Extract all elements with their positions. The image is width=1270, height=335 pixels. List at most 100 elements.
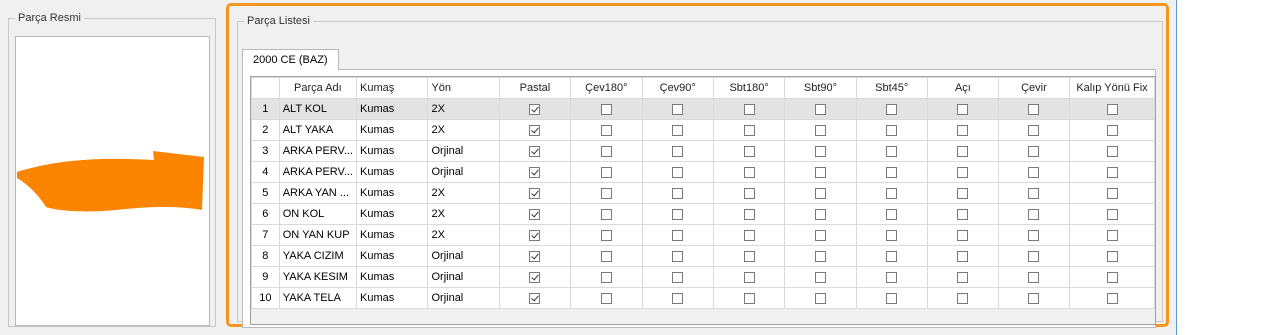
check-cell[interactable]: [498, 245, 572, 267]
unchecked-checkbox[interactable]: [1106, 187, 1118, 199]
check-cell[interactable]: [570, 98, 643, 120]
check-cell[interactable]: [570, 119, 643, 141]
check-cell[interactable]: [926, 224, 999, 246]
check-cell[interactable]: [784, 119, 857, 141]
unchecked-checkbox[interactable]: [672, 187, 684, 199]
unchecked-checkbox[interactable]: [672, 166, 684, 178]
unchecked-checkbox[interactable]: [814, 229, 826, 241]
unchecked-checkbox[interactable]: [600, 145, 612, 157]
unchecked-checkbox[interactable]: [672, 103, 684, 115]
checked-checkbox[interactable]: [529, 166, 541, 178]
check-cell[interactable]: [641, 140, 714, 162]
check-cell[interactable]: [570, 161, 643, 183]
unchecked-checkbox[interactable]: [957, 292, 969, 304]
check-cell[interactable]: [498, 140, 572, 162]
piece-name-cell[interactable]: ALT KOL: [278, 98, 358, 120]
check-cell[interactable]: [997, 245, 1071, 267]
unchecked-checkbox[interactable]: [1028, 145, 1040, 157]
unchecked-checkbox[interactable]: [814, 166, 826, 178]
check-cell[interactable]: [997, 161, 1071, 183]
check-cell[interactable]: [641, 119, 714, 141]
unchecked-checkbox[interactable]: [957, 250, 969, 262]
check-cell[interactable]: [855, 266, 928, 288]
column-header[interactable]: Parça Adı: [278, 77, 358, 99]
check-cell[interactable]: [997, 119, 1071, 141]
check-cell[interactable]: [498, 266, 572, 288]
unchecked-checkbox[interactable]: [957, 187, 969, 199]
fabric-cell[interactable]: Kumas: [356, 203, 429, 225]
direction-cell[interactable]: 2X: [427, 98, 500, 120]
check-cell[interactable]: [855, 287, 928, 309]
check-cell[interactable]: [1069, 140, 1155, 162]
check-cell[interactable]: [926, 161, 999, 183]
row-number-cell[interactable]: 1: [251, 98, 280, 120]
unchecked-checkbox[interactable]: [957, 166, 969, 178]
fabric-cell[interactable]: Kumas: [356, 182, 429, 204]
row-number-cell[interactable]: 4: [251, 161, 280, 183]
unchecked-checkbox[interactable]: [814, 250, 826, 262]
unchecked-checkbox[interactable]: [814, 271, 826, 283]
check-cell[interactable]: [855, 203, 928, 225]
check-cell[interactable]: [712, 98, 786, 120]
unchecked-checkbox[interactable]: [814, 187, 826, 199]
check-cell[interactable]: [784, 182, 857, 204]
check-cell[interactable]: [997, 140, 1071, 162]
piece-name-cell[interactable]: YAKA TELA: [278, 287, 358, 309]
row-number-cell[interactable]: 7: [251, 224, 280, 246]
unchecked-checkbox[interactable]: [886, 229, 898, 241]
direction-cell[interactable]: Orjinal: [427, 245, 500, 267]
check-cell[interactable]: [997, 98, 1071, 120]
check-cell[interactable]: [641, 203, 714, 225]
unchecked-checkbox[interactable]: [814, 145, 826, 157]
unchecked-checkbox[interactable]: [886, 208, 898, 220]
unchecked-checkbox[interactable]: [1106, 103, 1118, 115]
unchecked-checkbox[interactable]: [600, 292, 612, 304]
unchecked-checkbox[interactable]: [1028, 250, 1040, 262]
piece-name-cell[interactable]: ARKA PERV...: [278, 140, 358, 162]
unchecked-checkbox[interactable]: [886, 124, 898, 136]
unchecked-checkbox[interactable]: [743, 250, 755, 262]
check-cell[interactable]: [926, 203, 999, 225]
fabric-cell[interactable]: Kumas: [356, 224, 429, 246]
check-cell[interactable]: [498, 224, 572, 246]
direction-cell[interactable]: Orjinal: [427, 287, 500, 309]
check-cell[interactable]: [926, 266, 999, 288]
unchecked-checkbox[interactable]: [1106, 271, 1118, 283]
unchecked-checkbox[interactable]: [886, 250, 898, 262]
check-cell[interactable]: [712, 140, 786, 162]
column-header[interactable]: Kumaş: [356, 77, 429, 99]
fabric-cell[interactable]: Kumas: [356, 245, 429, 267]
table-row[interactable]: 10 YAKA TELA Kumas Orjinal: [251, 287, 1155, 309]
unchecked-checkbox[interactable]: [672, 250, 684, 262]
unchecked-checkbox[interactable]: [600, 208, 612, 220]
unchecked-checkbox[interactable]: [672, 124, 684, 136]
row-number-cell[interactable]: 8: [251, 245, 280, 267]
check-cell[interactable]: [570, 140, 643, 162]
column-header[interactable]: Sbt180°: [712, 77, 786, 99]
unchecked-checkbox[interactable]: [814, 208, 826, 220]
check-cell[interactable]: [498, 203, 572, 225]
unchecked-checkbox[interactable]: [1028, 166, 1040, 178]
unchecked-checkbox[interactable]: [957, 145, 969, 157]
unchecked-checkbox[interactable]: [814, 292, 826, 304]
table-row[interactable]: 2 ALT YAKA Kumas 2X: [251, 119, 1155, 141]
unchecked-checkbox[interactable]: [957, 271, 969, 283]
check-cell[interactable]: [855, 98, 928, 120]
check-cell[interactable]: [570, 245, 643, 267]
check-cell[interactable]: [1069, 98, 1155, 120]
piece-name-cell[interactable]: ARKA PERV...: [278, 161, 358, 183]
row-number-cell[interactable]: 3: [251, 140, 280, 162]
row-number-header[interactable]: [251, 77, 280, 99]
check-cell[interactable]: [570, 266, 643, 288]
column-header[interactable]: Pastal: [498, 77, 572, 99]
unchecked-checkbox[interactable]: [600, 271, 612, 283]
check-cell[interactable]: [784, 140, 857, 162]
unchecked-checkbox[interactable]: [1028, 208, 1040, 220]
check-cell[interactable]: [570, 203, 643, 225]
table-row[interactable]: 9 YAKA KESIM Kumas Orjinal: [251, 266, 1155, 288]
direction-cell[interactable]: 2X: [427, 119, 500, 141]
check-cell[interactable]: [926, 245, 999, 267]
check-cell[interactable]: [712, 203, 786, 225]
checked-checkbox[interactable]: [529, 271, 541, 283]
fabric-cell[interactable]: Kumas: [356, 119, 429, 141]
